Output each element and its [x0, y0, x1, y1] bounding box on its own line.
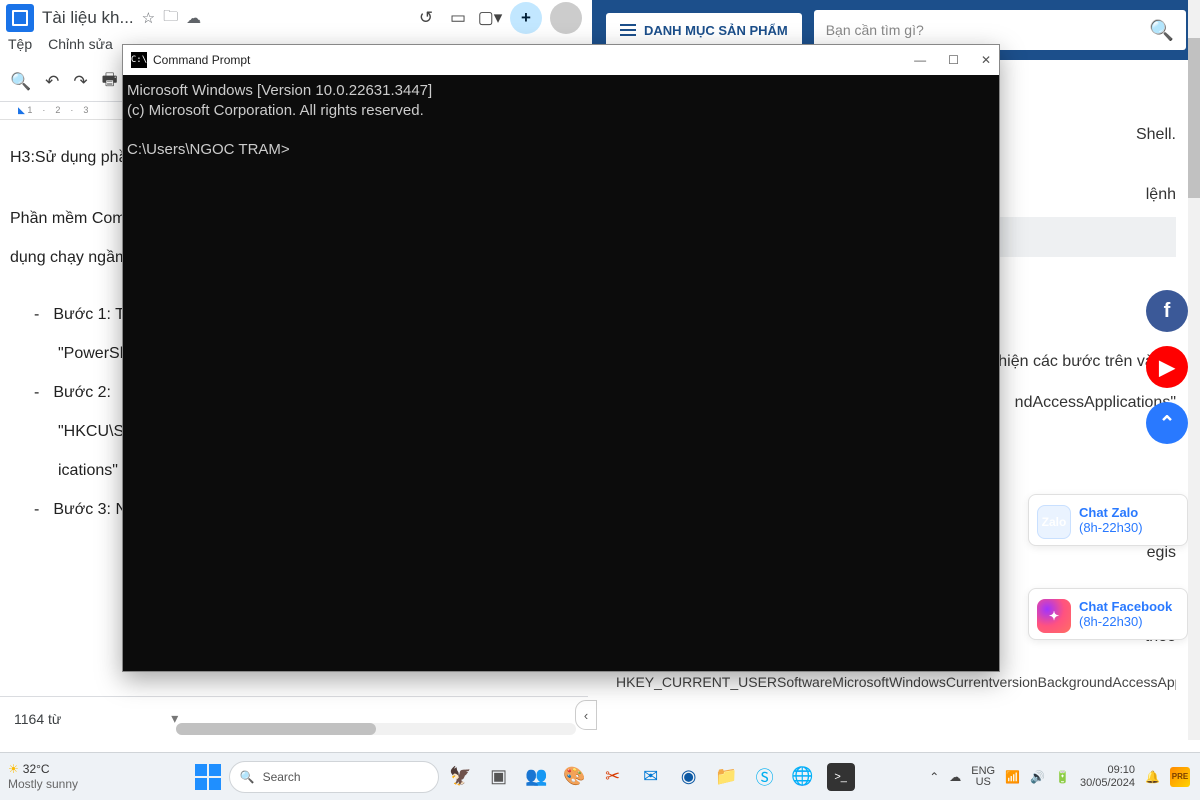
command-prompt-window[interactable]: C:\ Command Prompt — ☐ ✕ Microsoft Windo… — [122, 44, 1000, 672]
chat-hours: (8h-22h30) — [1079, 520, 1177, 535]
battery-icon[interactable]: 🔋 — [1055, 770, 1070, 784]
docs-titlebar: Tài liệu kh... ☆ 🗀 ☁ ↺ ▭ ▢▾ + — [0, 0, 588, 36]
cloud-icon[interactable]: ☁ — [186, 9, 201, 27]
taskview-icon[interactable]: ▣ — [485, 763, 513, 791]
cmd-title-text: Command Prompt — [153, 53, 250, 67]
wifi-icon[interactable]: 📶 — [1005, 770, 1020, 784]
search-icon[interactable]: 🔍 — [10, 72, 31, 92]
registry-line: HKEY_CURRENT_USERSoftwareMicrosoftWindow… — [616, 674, 1176, 690]
meet-icon[interactable]: ▢▾ — [478, 6, 502, 30]
clock[interactable]: 09:10 30/05/2024 — [1080, 764, 1135, 788]
menu-edit[interactable]: Chỉnh sửa — [48, 36, 113, 62]
temperature: 32°C — [23, 762, 50, 776]
cmd-titlebar[interactable]: C:\ Command Prompt — ☐ ✕ — [123, 45, 999, 75]
history-icon[interactable]: ↺ — [414, 6, 438, 30]
pre-badge[interactable]: PRE — [1170, 767, 1190, 787]
social-float: f ▶ ⌃ — [1146, 290, 1188, 444]
category-button[interactable]: DANH MỤC SẢN PHẨM — [606, 13, 802, 48]
chrome-icon[interactable]: 🌐 — [789, 763, 817, 791]
vertical-scrollbar[interactable] — [1188, 0, 1200, 740]
avatar[interactable] — [550, 2, 582, 34]
share-button[interactable]: + — [510, 2, 542, 34]
chat-zalo-card[interactable]: Zalo Chat Zalo (8h-22h30) — [1028, 494, 1188, 546]
volume-icon[interactable]: 🔊 — [1030, 770, 1045, 784]
youtube-icon[interactable]: ▶ — [1146, 346, 1188, 388]
zalo-icon: Zalo — [1037, 505, 1071, 539]
messenger-icon: ✦ — [1037, 599, 1071, 633]
category-label: DANH MỤC SẢN PHẨM — [644, 23, 788, 38]
print-icon[interactable]: 🖶 — [102, 67, 118, 96]
start-button[interactable] — [195, 764, 221, 790]
app-icon[interactable]: 🦅 — [447, 763, 475, 791]
cmd-line: Microsoft Windows [Version 10.0.22631.34… — [127, 82, 432, 99]
search-icon: 🔍 — [240, 770, 255, 784]
word-count[interactable]: 1164 từ — [14, 711, 61, 727]
scroll-top-icon[interactable]: ⌃ — [1146, 402, 1188, 444]
chat-title: Chat Zalo — [1079, 505, 1177, 520]
text-word: lệnh — [1146, 180, 1176, 210]
paint-icon[interactable]: 🎨 — [561, 763, 589, 791]
docs-logo-icon[interactable] — [6, 4, 34, 32]
teams-icon[interactable]: 👥 — [523, 763, 551, 791]
hamburger-icon — [620, 24, 636, 36]
horizontal-scrollbar[interactable] — [176, 723, 576, 735]
redo-icon[interactable]: ↷ — [73, 72, 87, 92]
taskbar: ☀ 32°C Mostly sunny 🔍 Search 🦅 ▣ 👥 🎨 ✂ ✉ … — [0, 752, 1200, 800]
lang-top: ENG — [971, 766, 995, 777]
minimize-button[interactable]: — — [914, 53, 926, 67]
weather-widget[interactable]: ☀ 32°C Mostly sunny — [0, 758, 130, 795]
maximize-button[interactable]: ☐ — [948, 53, 959, 67]
close-button[interactable]: ✕ — [981, 53, 991, 67]
undo-icon[interactable]: ↶ — [45, 72, 59, 92]
docs-title[interactable]: Tài liệu kh... — [42, 8, 134, 28]
star-icon[interactable]: ☆ — [142, 9, 155, 27]
explorer-icon[interactable]: 📁 — [713, 763, 741, 791]
comments-icon[interactable]: ▭ — [446, 6, 470, 30]
sun-icon: ☀ — [8, 762, 19, 776]
terminal-icon[interactable]: >_ — [827, 763, 855, 791]
chat-facebook-card[interactable]: ✦ Chat Facebook (8h-22h30) — [1028, 588, 1188, 640]
time: 09:10 — [1080, 764, 1135, 776]
cmd-line: (c) Microsoft Corporation. All rights re… — [127, 102, 424, 119]
collapse-chevron[interactable]: ‹ — [575, 700, 597, 730]
facebook-icon[interactable]: f — [1146, 290, 1188, 332]
window-controls: — ☐ ✕ — [914, 53, 991, 67]
search-icon[interactable]: 🔍 — [1149, 18, 1174, 43]
lang-bot: US — [971, 777, 995, 788]
date: 30/05/2024 — [1080, 777, 1135, 789]
system-tray: ⌃ ☁ ENG US 📶 🔊 🔋 09:10 30/05/2024 🔔 PRE — [919, 764, 1200, 788]
snip-icon[interactable]: ✂ — [599, 763, 627, 791]
mail-icon[interactable]: ✉ — [637, 763, 665, 791]
onedrive-icon[interactable]: ☁ — [949, 770, 961, 784]
taskbar-search[interactable]: 🔍 Search — [229, 761, 439, 793]
cmd-prompt: C:\Users\NGOC TRAM> — [127, 141, 290, 158]
edge-icon[interactable]: ◉ — [675, 763, 703, 791]
skype-icon[interactable]: Ⓢ — [751, 763, 779, 791]
language-indicator[interactable]: ENG US — [971, 766, 995, 788]
pinned-apps: 🦅 ▣ 👥 🎨 ✂ ✉ ◉ 📁 Ⓢ 🌐 >_ — [447, 763, 855, 791]
tray-chevron-icon[interactable]: ⌃ — [929, 770, 939, 784]
chat-title: Chat Facebook — [1079, 599, 1177, 614]
chat-hours: (8h-22h30) — [1079, 614, 1177, 629]
search-placeholder: Bạn cần tìm gì? — [826, 22, 924, 38]
notification-icon[interactable]: 🔔 — [1145, 770, 1160, 784]
taskbar-center: 🔍 Search 🦅 ▣ 👥 🎨 ✂ ✉ ◉ 📁 Ⓢ 🌐 >_ — [130, 761, 919, 793]
cmd-icon: C:\ — [131, 52, 147, 68]
menu-file[interactable]: Tệp — [8, 36, 32, 62]
search-label: Search — [263, 770, 301, 784]
cmd-output[interactable]: Microsoft Windows [Version 10.0.22631.34… — [123, 75, 999, 165]
move-icon[interactable]: 🗀 — [163, 6, 178, 31]
weather-desc: Mostly sunny — [8, 777, 122, 791]
